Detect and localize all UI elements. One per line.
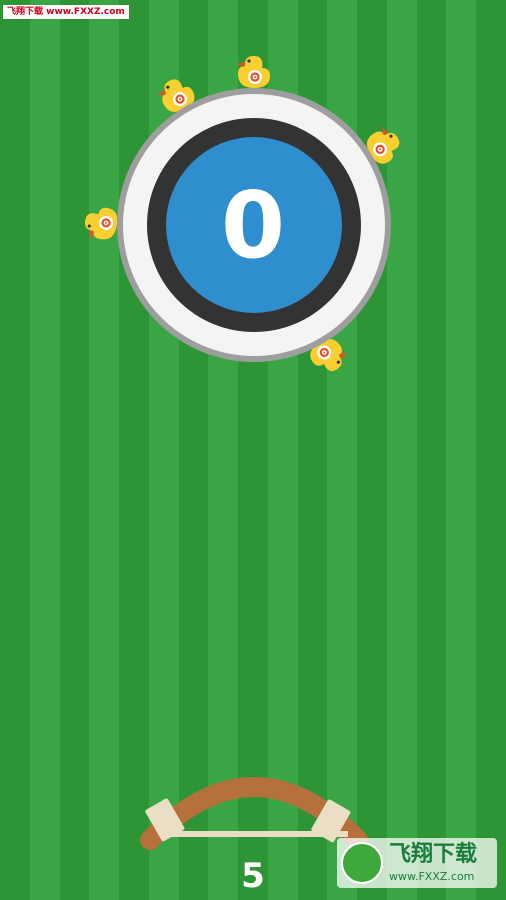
grass-stripe [446, 0, 477, 900]
grass-stripe [29, 0, 60, 900]
grass-stripe [89, 0, 120, 900]
bow[interactable] [138, 764, 370, 860]
watermark-brand: 飞翔下载 [389, 842, 478, 867]
duck-top[interactable] [232, 52, 276, 92]
duck-target-icon [236, 56, 270, 88]
game-stage[interactable]: 飞翔下载 www.FXXZ.com 0 5 飞翔下载 www.FXXZ.com [0, 0, 506, 900]
watermark-top: 飞翔下载 www.FXXZ.com [3, 5, 129, 19]
watermark-bottom: 飞翔下载 www.FXXZ.com [337, 838, 497, 888]
score-display: 0 [220, 171, 285, 279]
grass-stripe [416, 0, 447, 900]
grass-stripe [0, 0, 30, 900]
grass-stripe [59, 0, 90, 900]
watermark-url: www.FXXZ.com [389, 870, 475, 883]
watermark-logo-icon [341, 842, 383, 884]
grass-stripe [476, 0, 506, 900]
